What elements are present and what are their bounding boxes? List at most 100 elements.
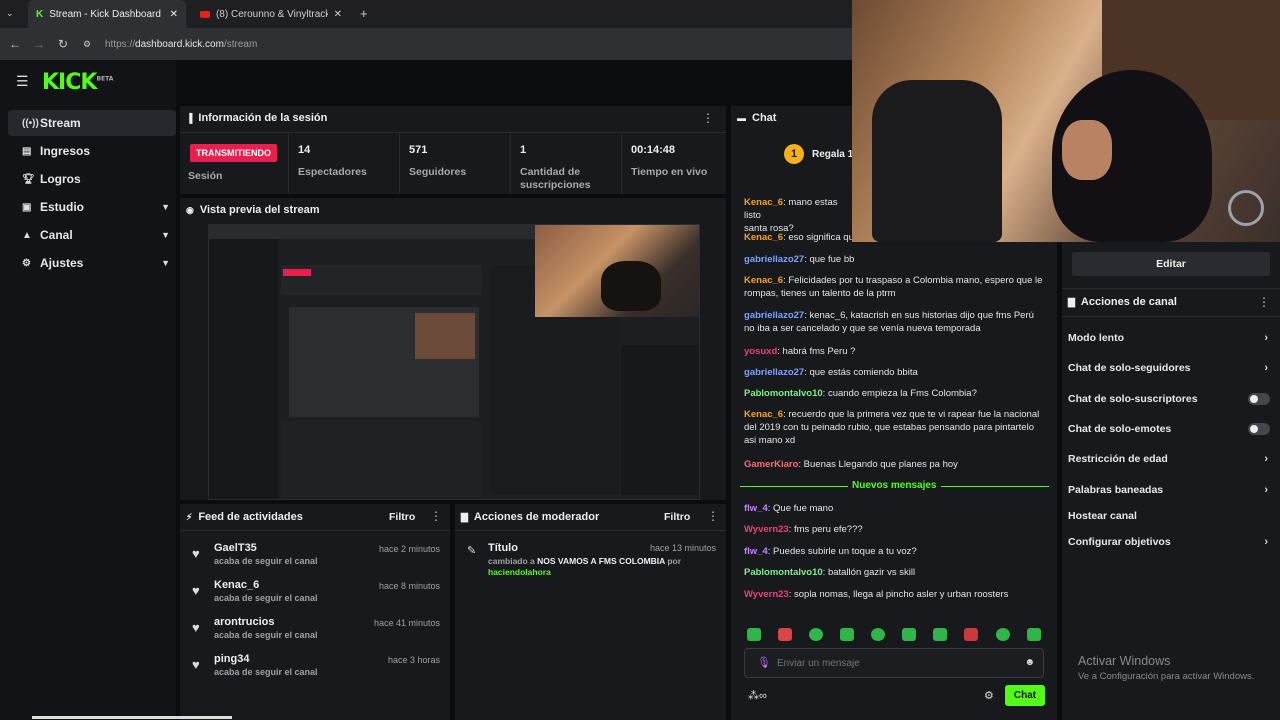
emote-icon[interactable]: [871, 628, 885, 641]
more-options-icon[interactable]: ⋮: [702, 111, 714, 125]
site-settings-icon[interactable]: ⚙: [75, 39, 99, 50]
action-age-restriction[interactable]: Restricción de edad ›: [1068, 444, 1272, 474]
sidebar-item-ingresos[interactable]: ▤ Ingresos: [8, 138, 176, 164]
kick-logo[interactable]: KICKBETA: [42, 70, 113, 95]
stream-preview-video[interactable]: [208, 224, 700, 500]
microphone-icon[interactable]: 🎙︎: [757, 656, 771, 669]
emote-icon[interactable]: [996, 628, 1010, 641]
panel-title: ◉ Vista previa del stream: [186, 204, 320, 216]
chat-settings-icon[interactable]: ⚙: [984, 689, 994, 702]
chat-message: gabriellazo27: que estás comiendo bbita: [744, 367, 918, 378]
edit-button[interactable]: Editar: [1072, 252, 1270, 276]
gift-badge-icon: 1: [784, 144, 804, 164]
new-messages-label: Nuevos mensajes: [852, 480, 937, 491]
tab-label: Stream - Kick Dashboard: [49, 8, 161, 20]
follower-name[interactable]: Kenac_6: [214, 579, 259, 591]
moderator-filter-button[interactable]: Filtro: [664, 511, 690, 523]
sidebar-item-ajustes[interactable]: ⚙ Ajustes ▼: [8, 250, 176, 276]
emote-icon[interactable]: [933, 628, 947, 641]
activity-time: hace 8 minutos: [378, 581, 440, 591]
emote-icon[interactable]: [778, 628, 792, 641]
follower-name[interactable]: GaelT35: [214, 542, 257, 554]
activity-feed-panel: ⚡︎ Feed de actividades Filtro ⋮ ♥ GaelT35…: [180, 504, 450, 720]
more-options-icon[interactable]: ⋮: [707, 509, 719, 523]
close-tab-icon[interactable]: ✕: [334, 9, 342, 20]
webcam-overlay: [852, 0, 1280, 242]
emote-icon[interactable]: [1027, 628, 1041, 641]
video-icon: ▣: [22, 201, 32, 213]
divider: [180, 530, 450, 531]
tab-youtube[interactable]: (8) Cerounno & Vinyltracker - E ✕: [192, 0, 350, 28]
action-configure-goals[interactable]: Configurar objetivos ›: [1068, 527, 1272, 557]
status-badge: TRANSMITIENDO: [190, 144, 277, 162]
close-tab-icon[interactable]: ✕: [170, 9, 178, 20]
status-label: Sesión: [188, 170, 223, 182]
emotes-only-toggle[interactable]: [1248, 423, 1270, 435]
sidebar-item-canal[interactable]: ▲ Canal ▼: [8, 222, 176, 248]
viewers-label: Espectadores: [298, 166, 367, 178]
chat-message: flw_4: Que fue mano: [744, 503, 834, 514]
mod-action-detail: cambiado a NOS VAMOS A FMS COLOMBIA por …: [488, 556, 682, 577]
list-item: ♥ ping34 acaba de seguir el canal hace 3…: [180, 653, 440, 689]
shield-icon: ▇: [461, 511, 468, 522]
send-chat-button[interactable]: Chat: [1005, 685, 1045, 706]
followers-count: 571: [409, 144, 428, 156]
shield-icon: ▇: [1068, 296, 1075, 307]
viewers-count: 14: [298, 144, 311, 156]
live-time-label: Tiempo en vivo: [631, 166, 708, 178]
emote-icon[interactable]: [840, 628, 854, 641]
preview-actions: [621, 345, 699, 495]
new-tab-icon[interactable]: +: [360, 6, 368, 21]
new-messages-divider: [740, 486, 848, 487]
action-emotes-only: Chat de solo-emotes: [1068, 414, 1272, 444]
sidebar-item-estudio[interactable]: ▣ Estudio ▼: [8, 194, 176, 220]
chat-message-input[interactable]: [777, 655, 997, 671]
list-item: ♥ arontrucios acaba de seguir el canal h…: [180, 616, 440, 652]
new-messages-divider: [941, 486, 1049, 487]
chat-message: Kenac_6: mano estas listo santa rosa?: [744, 197, 838, 234]
hamburger-menu-icon[interactable]: ☰: [16, 73, 29, 90]
sidebar: ☰ KICKBETA ((•)) Stream ▤ Ingresos 🏆︎ Logro…: [0, 60, 176, 720]
sidebar-item-stream[interactable]: ((•)) Stream: [8, 110, 176, 136]
emote-icon[interactable]: [964, 628, 978, 641]
scroll-indicator: [32, 716, 232, 719]
trophy-icon: 🏆︎: [22, 173, 35, 185]
chat-message: Kenac_6: eso significa qu: [744, 232, 854, 243]
heart-icon: ♥: [192, 583, 200, 598]
emote-icon[interactable]: [902, 628, 916, 641]
follower-name[interactable]: arontrucios: [214, 616, 275, 628]
preview-feed: [281, 421, 481, 497]
url-field[interactable]: https://dashboard.kick.com/stream: [105, 39, 257, 50]
emoji-picker-icon[interactable]: ☻: [1024, 657, 1035, 668]
user-icon: ▲: [22, 229, 32, 241]
chat-message: Kenac_6: recuerdo que la primera vez que…: [744, 409, 1040, 446]
subscriptions-count: 1: [520, 144, 527, 156]
chat-bubble-icon: ▬: [737, 113, 746, 123]
mod-action-time: hace 13 minutos: [649, 543, 716, 553]
reload-icon[interactable]: ↻: [51, 37, 75, 51]
more-options-icon[interactable]: ⋮: [1258, 295, 1270, 309]
follower-name[interactable]: ping34: [214, 653, 249, 665]
gear-icon: ⚙: [22, 257, 31, 269]
panel-title: ▐ Información de la sesión: [186, 112, 328, 124]
stream-preview-panel: ◉ Vista previa del stream: [180, 198, 726, 500]
points-icon[interactable]: ⁂∞: [748, 689, 767, 702]
chat-input-box[interactable]: 🎙︎ ☻: [744, 648, 1044, 678]
divider: [399, 133, 400, 194]
preview-session-block: [281, 265, 481, 295]
subscribers-only-toggle[interactable]: [1248, 393, 1270, 405]
more-options-icon[interactable]: ⋮: [430, 509, 442, 523]
tab-kick-dashboard[interactable]: K Stream - Kick Dashboard ✕: [28, 0, 186, 28]
emote-icon[interactable]: [809, 628, 823, 641]
action-slow-mode[interactable]: Modo lento ›: [1068, 323, 1272, 353]
emote-icon[interactable]: [747, 628, 761, 641]
tab-list-icon[interactable]: ⌄: [6, 8, 14, 19]
forward-icon[interactable]: →: [27, 37, 51, 51]
divider: [288, 133, 289, 194]
sidebar-item-logros[interactable]: 🏆︎ Logros: [8, 166, 176, 192]
action-followers-only[interactable]: Chat de solo-seguidores ›: [1068, 353, 1272, 383]
back-icon[interactable]: ←: [3, 37, 27, 51]
activity-filter-button[interactable]: Filtro: [389, 511, 415, 523]
heart-icon: ♥: [192, 620, 200, 635]
chevron-right-icon: ›: [1264, 453, 1268, 465]
